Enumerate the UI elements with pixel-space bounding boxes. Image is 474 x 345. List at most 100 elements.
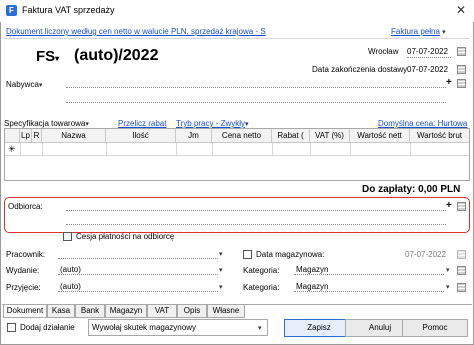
column-header-unit[interactable]: Jm	[176, 129, 212, 143]
warehouse-date-field[interactable]: 07-07-2022	[405, 250, 446, 259]
buyer-field[interactable]	[66, 87, 446, 88]
cession-checkbox[interactable]	[63, 232, 72, 241]
cell-divider	[176, 143, 177, 156]
tab-warehouse[interactable]: Magazyn	[105, 305, 147, 318]
series-selector[interactable]: FS▾	[36, 48, 59, 65]
column-header-net-price[interactable]: Cena netto	[212, 129, 272, 143]
tab-cash[interactable]: Kasa	[47, 305, 75, 318]
app-icon: F	[6, 5, 17, 16]
list-icon[interactable]	[457, 202, 466, 211]
date-underline	[407, 57, 451, 58]
close-icon[interactable]: ✕	[456, 3, 466, 17]
issue-label: Wydanie:	[6, 266, 40, 275]
spec-label: Specyfikacja towarowa	[4, 119, 86, 128]
category-label: Kategoria:	[243, 283, 280, 292]
delivery-end-date-field[interactable]: 07-07-2022	[407, 65, 448, 74]
tab-document[interactable]: Dokument	[3, 305, 47, 318]
document-description-link[interactable]: Dokument liczony według cen netto w walu…	[6, 27, 266, 36]
add-action-label: Dodaj działanie	[20, 323, 75, 332]
row-header-corner	[5, 129, 20, 143]
total-due: Do zapłaty: 0,00 PLN	[362, 184, 461, 195]
calendar-icon[interactable]	[457, 65, 466, 74]
warehouse-date-checkbox[interactable]	[243, 250, 252, 259]
buyer-label: Nabywca	[6, 80, 39, 89]
column-header-vat[interactable]: VAT (%)	[310, 129, 350, 143]
buyer-selector[interactable]: Nabywca▾	[6, 80, 42, 89]
cell-divider	[212, 143, 213, 156]
new-row-icon: ✳	[8, 144, 16, 154]
cell-divider	[310, 143, 311, 156]
column-header-quantity[interactable]: Ilość	[106, 129, 176, 143]
recipient-field[interactable]	[66, 210, 446, 211]
chevron-down-icon: ▾	[442, 29, 446, 36]
tab-bank[interactable]: Bank	[75, 305, 105, 318]
receipt-label: Przyjęcie:	[6, 283, 41, 292]
column-header-discount[interactable]: Rabat (	[272, 129, 310, 143]
default-price-link[interactable]: Domyślna cena: Hurtowa	[378, 119, 467, 128]
receipt-field[interactable]: (auto)	[60, 282, 81, 291]
document-type-selector[interactable]: Faktura pełna ▾	[391, 27, 446, 36]
help-button[interactable]: Pomoc	[402, 319, 468, 337]
tab-custom[interactable]: Własne	[207, 305, 245, 318]
chevron-down-icon[interactable]: ▾	[219, 266, 223, 274]
issue-underline	[58, 274, 218, 275]
work-mode-link[interactable]: Tryb pracy - Zwykły	[176, 119, 245, 128]
save-button[interactable]: Zapisz	[284, 319, 354, 337]
work-mode-selector[interactable]: Tryb pracy - Zwykły▾	[176, 119, 249, 128]
category-underline	[294, 291, 444, 292]
chevron-down-icon[interactable]: ▾	[219, 283, 223, 291]
action-select[interactable]: Wywołaj skutek magazynowy ▾	[88, 319, 268, 336]
spec-type-selector[interactable]: Specyfikacja towarowa▾	[4, 119, 89, 128]
chevron-down-icon: ▾	[85, 121, 89, 128]
recipient-highlight-box	[4, 197, 470, 233]
recalc-discount-link[interactable]: Przelicz rabat	[118, 119, 166, 128]
table-row[interactable]	[5, 143, 469, 156]
list-icon[interactable]	[457, 79, 466, 88]
warehouse-date-label: Data magazynowa:	[256, 250, 325, 259]
column-header-lp[interactable]: Lp	[20, 129, 32, 143]
chevron-down-icon: ▾	[55, 54, 60, 63]
add-icon[interactable]: +	[446, 77, 452, 88]
issue-date-field[interactable]: 07-07-2022	[407, 47, 448, 56]
tab-vat[interactable]: VAT	[147, 305, 177, 318]
category-field[interactable]: Magazyn	[296, 282, 328, 291]
recipient-label: Odbiorca:	[8, 202, 43, 211]
column-header-net-value[interactable]: Wartość nett	[350, 129, 410, 143]
chevron-down-icon: ▾	[245, 121, 249, 128]
list-icon[interactable]	[457, 266, 466, 275]
category-underline	[294, 274, 444, 275]
city-field[interactable]: Wrocław	[368, 47, 399, 56]
chevron-down-icon: ▾	[258, 325, 262, 332]
calendar-icon[interactable]	[457, 250, 466, 259]
chevron-down-icon[interactable]: ▾	[446, 283, 450, 291]
recipient-address-line	[66, 224, 446, 225]
action-select-value: Wywołaj skutek magazynowy	[92, 323, 196, 332]
list-icon[interactable]	[457, 283, 466, 292]
cell-divider	[20, 143, 21, 156]
column-header-r[interactable]: R	[32, 129, 42, 143]
chevron-down-icon[interactable]: ▾	[446, 266, 450, 274]
tab-description[interactable]: Opis	[177, 305, 207, 318]
cell-divider	[272, 143, 273, 156]
divider	[4, 38, 470, 39]
issue-field[interactable]: (auto)	[60, 265, 81, 274]
cession-label: Cesja płatności na odbiorcę	[76, 232, 175, 241]
worker-label: Pracownik:	[6, 250, 46, 259]
window-title: Faktura VAT sprzedaży	[22, 5, 115, 15]
buyer-address-line	[66, 102, 446, 103]
delivery-end-label: Data zakończenia dostawy	[312, 65, 408, 74]
column-header-gross-value[interactable]: Wartość brut	[410, 129, 469, 143]
calendar-icon[interactable]	[457, 47, 466, 56]
add-action-checkbox[interactable]	[7, 323, 16, 332]
category-label: Kategoria:	[243, 266, 280, 275]
document-type-link[interactable]: Faktura pełna	[391, 27, 440, 36]
cell-divider	[106, 143, 107, 156]
category-field[interactable]: Magazyn	[296, 265, 328, 274]
chevron-down-icon[interactable]: ▾	[219, 250, 223, 258]
add-icon[interactable]: +	[446, 200, 452, 211]
worker-field[interactable]	[58, 258, 218, 259]
document-prefix: FS	[36, 48, 56, 65]
document-number[interactable]: (auto)/2022	[74, 47, 158, 65]
chevron-down-icon: ▾	[38, 82, 43, 89]
column-header-name[interactable]: Nazwa	[42, 129, 106, 143]
